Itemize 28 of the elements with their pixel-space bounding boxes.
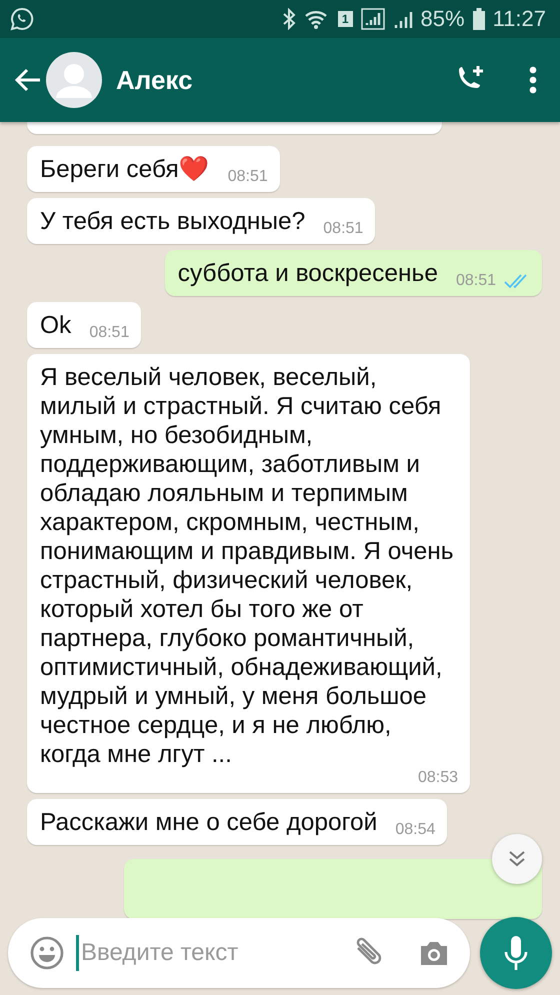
message-time: 08:54 — [395, 821, 436, 839]
message-text: Береги себя❤ — [40, 155, 210, 184]
message-time: 08:51 — [323, 220, 364, 238]
message-input-field[interactable]: Введите текст — [76, 935, 338, 971]
message-time: 08:51 — [456, 272, 496, 290]
avatar[interactable] — [46, 52, 102, 108]
microphone-button[interactable] — [480, 917, 552, 989]
microphone-icon — [503, 934, 529, 972]
message-text: У тебя есть выходные? — [40, 207, 306, 236]
scroll-down-button[interactable] — [492, 834, 542, 884]
message-time: 08:53 — [418, 769, 458, 787]
chat-app-icon — [10, 7, 34, 31]
message-text: суббота и воскресенье — [178, 259, 438, 288]
battery-icon — [472, 8, 485, 30]
clock: 11:27 — [492, 6, 546, 32]
camera-button[interactable] — [418, 939, 450, 967]
sim-indicator: 1 — [338, 11, 353, 27]
message-text: Я веселый человек, веселый, милый и страстный. Я считаю себя умным, но безобидным, поддерживающим, заботливым и обладаю лояльным и терпимым характером, скромным, честным, понимающим и правдивым. Я очень страстный, физический человек, который хотел бы того же от партнера, глубоко романтичный, оптимистичный, обнадеживающий, мудрый и умный, у меня большое честное сердце, и я не люблю, когда мне лгут ... — [40, 363, 455, 769]
message-time: 08:51 — [228, 168, 268, 186]
bluetooth-icon — [282, 8, 296, 30]
message-text: Расскажи мне о себе дорогой — [40, 808, 378, 837]
message-text: Ok — [40, 311, 72, 340]
emoji-button[interactable] — [30, 936, 64, 970]
signal-icon — [360, 8, 385, 30]
battery-percent: 85% — [420, 6, 465, 32]
message-composer-field[interactable]: Введите текст — [8, 918, 470, 988]
message-time: 08:51 — [89, 324, 130, 342]
menu-icon — [528, 65, 538, 95]
